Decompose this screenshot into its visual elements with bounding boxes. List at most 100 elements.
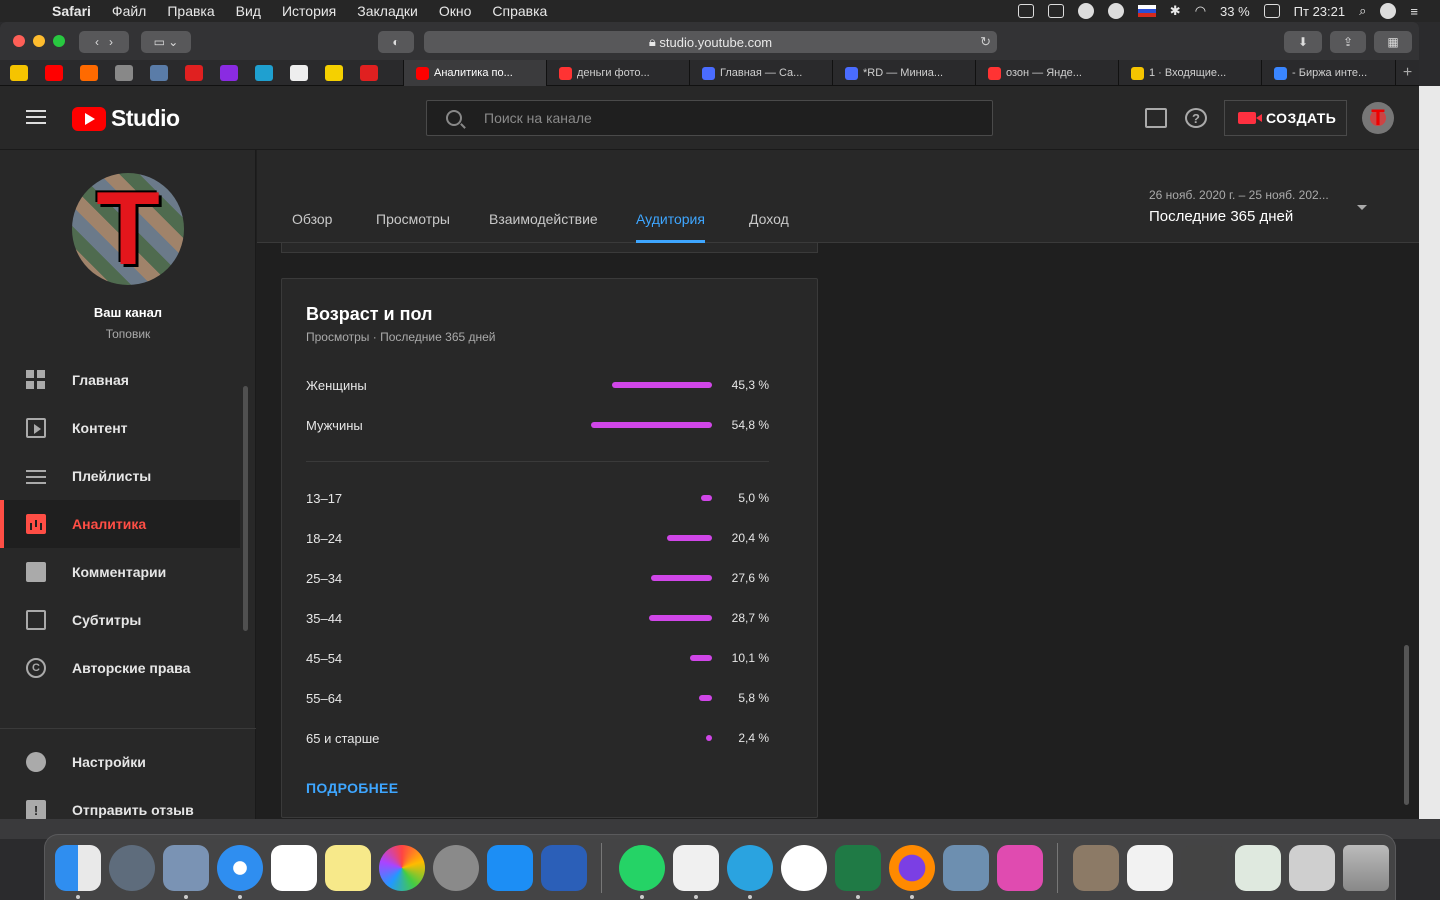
channel-avatar[interactable]: T bbox=[72, 173, 184, 285]
trash-icon[interactable] bbox=[1343, 845, 1389, 891]
tab-audience[interactable]: Аудитория bbox=[636, 211, 705, 227]
notification-center-icon[interactable]: ≡ bbox=[1410, 4, 1418, 19]
word-icon[interactable] bbox=[541, 845, 587, 891]
sidebar-item-comments[interactable]: Комментарии bbox=[0, 548, 240, 596]
tab-engagement[interactable]: Взаимодействие bbox=[489, 211, 598, 227]
sidebar-toggle-button[interactable]: ▭ ⌄ bbox=[141, 31, 191, 53]
j-app-icon[interactable] bbox=[781, 845, 827, 891]
see-more-link[interactable]: ПОДРОБНЕЕ bbox=[306, 780, 398, 796]
sidebar-item-playlists[interactable]: Плейлисты bbox=[0, 452, 240, 500]
browser-tab[interactable]: Аналитика по... bbox=[403, 60, 546, 86]
firefox-icon[interactable] bbox=[889, 845, 935, 891]
bookmark-v-icon[interactable] bbox=[115, 64, 133, 81]
preview-icon[interactable] bbox=[943, 845, 989, 891]
share-icon[interactable]: ⇪ bbox=[1330, 31, 1366, 53]
create-button[interactable]: СОЗДАТЬ bbox=[1224, 100, 1347, 136]
browser-tab[interactable]: озон — Янде... bbox=[975, 60, 1118, 86]
mail-sender-icon[interactable] bbox=[163, 845, 209, 891]
sidebar-item-content[interactable]: Контент bbox=[0, 404, 240, 452]
bookmark-m-icon[interactable] bbox=[325, 64, 343, 81]
launchpad-icon[interactable] bbox=[109, 845, 155, 891]
bookmark-home-icon[interactable] bbox=[80, 64, 98, 81]
menu-view[interactable]: Вид bbox=[236, 3, 261, 19]
sidebar-item-feedback[interactable]: ! Отправить отзыв bbox=[0, 786, 240, 819]
minimize-window-button[interactable] bbox=[33, 35, 45, 47]
bluetooth-icon[interactable]: ✱ bbox=[1170, 3, 1181, 19]
hamburger-menu-icon[interactable] bbox=[26, 110, 46, 124]
browser-tab[interactable]: Главная — Са... bbox=[689, 60, 832, 86]
photos-icon[interactable] bbox=[379, 845, 425, 891]
downloads-icon[interactable]: ⬇ bbox=[1284, 31, 1322, 53]
sidebar-item-dashboard[interactable]: Главная bbox=[0, 356, 240, 404]
system-preferences-icon[interactable] bbox=[433, 845, 479, 891]
bookmark-favicon-icon[interactable] bbox=[10, 64, 28, 81]
textedit-icon[interactable] bbox=[673, 845, 719, 891]
tab-overview-icon[interactable]: ▦ bbox=[1374, 31, 1412, 53]
help-icon[interactable]: ? bbox=[1185, 108, 1207, 128]
bookmark-youtube-icon[interactable] bbox=[45, 64, 63, 81]
whatsapp-icon[interactable] bbox=[619, 845, 665, 891]
menu-window[interactable]: Окно bbox=[439, 3, 472, 19]
bookmark-circle-icon[interactable] bbox=[290, 64, 308, 81]
telegram-icon[interactable] bbox=[727, 845, 773, 891]
new-tab-button[interactable]: + bbox=[1395, 60, 1419, 86]
excel-icon[interactable] bbox=[835, 845, 881, 891]
clock[interactable]: Пт 23:21 bbox=[1294, 4, 1345, 19]
browser-tab[interactable]: деньги фото... bbox=[546, 60, 689, 86]
channel-search[interactable] bbox=[426, 100, 993, 136]
address-bar[interactable]: 🔒︎ studio.youtube.com ↻ bbox=[424, 31, 997, 53]
finder-icon[interactable] bbox=[55, 845, 101, 891]
display-icon[interactable] bbox=[1017, 4, 1034, 18]
wifi-icon[interactable]: ◠ bbox=[1195, 3, 1206, 19]
sidebar-item-copyright[interactable]: C Авторские права bbox=[0, 644, 240, 692]
document-thumbnail-icon[interactable] bbox=[1289, 845, 1335, 891]
document-thumbnail-icon[interactable] bbox=[1073, 845, 1119, 891]
calendar-icon[interactable] bbox=[271, 845, 317, 891]
bookmark-c-icon[interactable] bbox=[255, 64, 273, 81]
fullscreen-window-button[interactable] bbox=[53, 35, 65, 47]
tab-revenue[interactable]: Доход bbox=[749, 211, 789, 227]
bookmark-slash-icon[interactable] bbox=[360, 64, 378, 81]
keyboard-icon[interactable] bbox=[1047, 4, 1064, 18]
browser-tab[interactable]: *RD — Миниа... bbox=[832, 60, 975, 86]
bookmark-image-icon[interactable] bbox=[150, 64, 168, 81]
bookmark-w-icon[interactable] bbox=[220, 64, 238, 81]
ninja-status-icon[interactable] bbox=[1107, 3, 1124, 19]
tab-reach[interactable]: Просмотры bbox=[376, 211, 450, 227]
siri-icon[interactable] bbox=[1380, 3, 1397, 19]
menu-history[interactable]: История bbox=[282, 3, 336, 19]
cleanmymac-icon[interactable] bbox=[997, 845, 1043, 891]
safari-icon[interactable] bbox=[217, 845, 263, 891]
reload-icon[interactable]: ↻ bbox=[980, 34, 991, 50]
app-store-icon[interactable] bbox=[487, 845, 533, 891]
account-avatar[interactable]: T bbox=[1362, 102, 1394, 134]
menu-edit[interactable]: Правка bbox=[167, 3, 214, 19]
browser-tab[interactable]: - Биржа инте... bbox=[1261, 60, 1404, 86]
document-thumbnail-icon[interactable] bbox=[1127, 845, 1173, 891]
sidebar-item-settings[interactable]: Настройки bbox=[0, 738, 240, 786]
sidebar-item-subtitles[interactable]: Субтитры bbox=[0, 596, 240, 644]
browser-tab[interactable]: 1 · Входящие... bbox=[1118, 60, 1261, 86]
close-window-button[interactable] bbox=[13, 35, 25, 47]
main-scrollbar[interactable] bbox=[1404, 645, 1409, 805]
battery-percent[interactable]: 33 % bbox=[1220, 4, 1250, 19]
search-input[interactable] bbox=[484, 110, 964, 126]
menu-file[interactable]: Файл bbox=[112, 3, 146, 19]
bookmark-a-icon[interactable] bbox=[185, 64, 203, 81]
back-forward-buttons[interactable]: ‹ › bbox=[79, 31, 129, 53]
menu-app-name[interactable]: Safari bbox=[52, 3, 91, 19]
spotlight-icon[interactable]: ⌕ bbox=[1359, 3, 1366, 19]
telegram-status-icon[interactable] bbox=[1077, 3, 1094, 19]
studio-logo[interactable]: Studio bbox=[72, 105, 180, 132]
privacy-report-icon[interactable]: ◐ bbox=[378, 31, 414, 53]
sidebar-item-analytics[interactable]: Аналитика bbox=[0, 500, 240, 548]
menu-help[interactable]: Справка bbox=[492, 3, 547, 19]
spreadsheet-thumbnail-icon[interactable] bbox=[1235, 845, 1281, 891]
input-source-flag-icon[interactable] bbox=[1137, 5, 1156, 17]
menu-bookmarks[interactable]: Закладки bbox=[357, 3, 418, 19]
sidebar-scrollbar[interactable] bbox=[243, 386, 248, 631]
document-thumbnail-icon[interactable] bbox=[1181, 845, 1227, 891]
tab-overview[interactable]: Обзор bbox=[292, 211, 332, 227]
notes-icon[interactable] bbox=[325, 845, 371, 891]
messages-icon[interactable] bbox=[1145, 108, 1167, 128]
